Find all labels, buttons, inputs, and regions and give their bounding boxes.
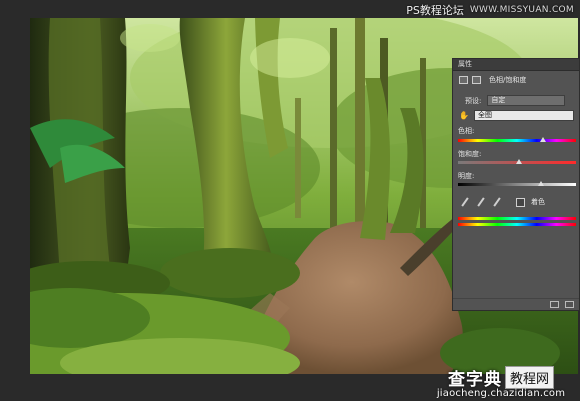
output-color-bar xyxy=(458,223,576,226)
channel-row: ✋ 全图 xyxy=(453,110,579,121)
watermark-url: jiaocheng.chazidian.com xyxy=(436,388,566,399)
hue-label: 色相: xyxy=(458,127,475,135)
adjustment-layer-icon xyxy=(459,75,468,84)
view-previous-icon[interactable] xyxy=(565,301,574,308)
mask-icon[interactable] xyxy=(472,75,481,84)
tools-row: 着色 xyxy=(453,196,579,208)
hand-tool-icon[interactable]: ✋ xyxy=(459,111,469,120)
colorize-label: 着色 xyxy=(531,198,545,206)
input-color-bar xyxy=(458,217,576,220)
clip-to-layer-icon[interactable] xyxy=(550,301,559,308)
channel-select[interactable]: 全图 xyxy=(474,110,574,121)
watermark-bottom: 查字典 教程网 jiaocheng.chazidian.com xyxy=(430,365,572,399)
hue-slider-thumb[interactable] xyxy=(539,137,546,142)
watermark-title: PS教程论坛 xyxy=(406,3,464,17)
watermark-site: WWW.MISSYUAN.COM xyxy=(469,4,574,15)
eyedropper-minus-icon[interactable] xyxy=(492,197,502,207)
colorize-checkbox[interactable] xyxy=(516,197,525,207)
adjustment-header: 色相/饱和度 xyxy=(453,73,579,86)
eyedropper-plus-icon[interactable] xyxy=(476,197,486,207)
watermark-box-text: 教程网 xyxy=(504,365,554,389)
preset-label: 预设: xyxy=(465,96,482,105)
adjustment-name: 色相/饱和度 xyxy=(489,75,527,84)
saturation-slider-thumb[interactable] xyxy=(516,159,523,164)
panel-title[interactable]: 属性 xyxy=(453,59,579,71)
lightness-slider-thumb[interactable] xyxy=(537,181,544,186)
preset-row: 预设: 自定 xyxy=(453,95,579,106)
preset-select[interactable]: 自定 xyxy=(487,95,566,106)
panel-footer xyxy=(453,298,579,310)
lightness-label: 明度: xyxy=(458,172,475,180)
eyedropper-icon[interactable] xyxy=(460,197,470,207)
watermark-brand: 查字典 xyxy=(447,369,502,390)
lightness-slider[interactable] xyxy=(458,183,576,186)
saturation-label: 饱和度: xyxy=(458,150,482,158)
watermark-top: PS教程论坛 WWW.MISSYUAN.COM xyxy=(406,2,574,17)
properties-panel: 属性 色相/饱和度 预设: 自定 ✋ 全图 色相: 饱和度: 明度: 着色 xyxy=(452,58,580,311)
hue-slider[interactable] xyxy=(458,139,576,142)
